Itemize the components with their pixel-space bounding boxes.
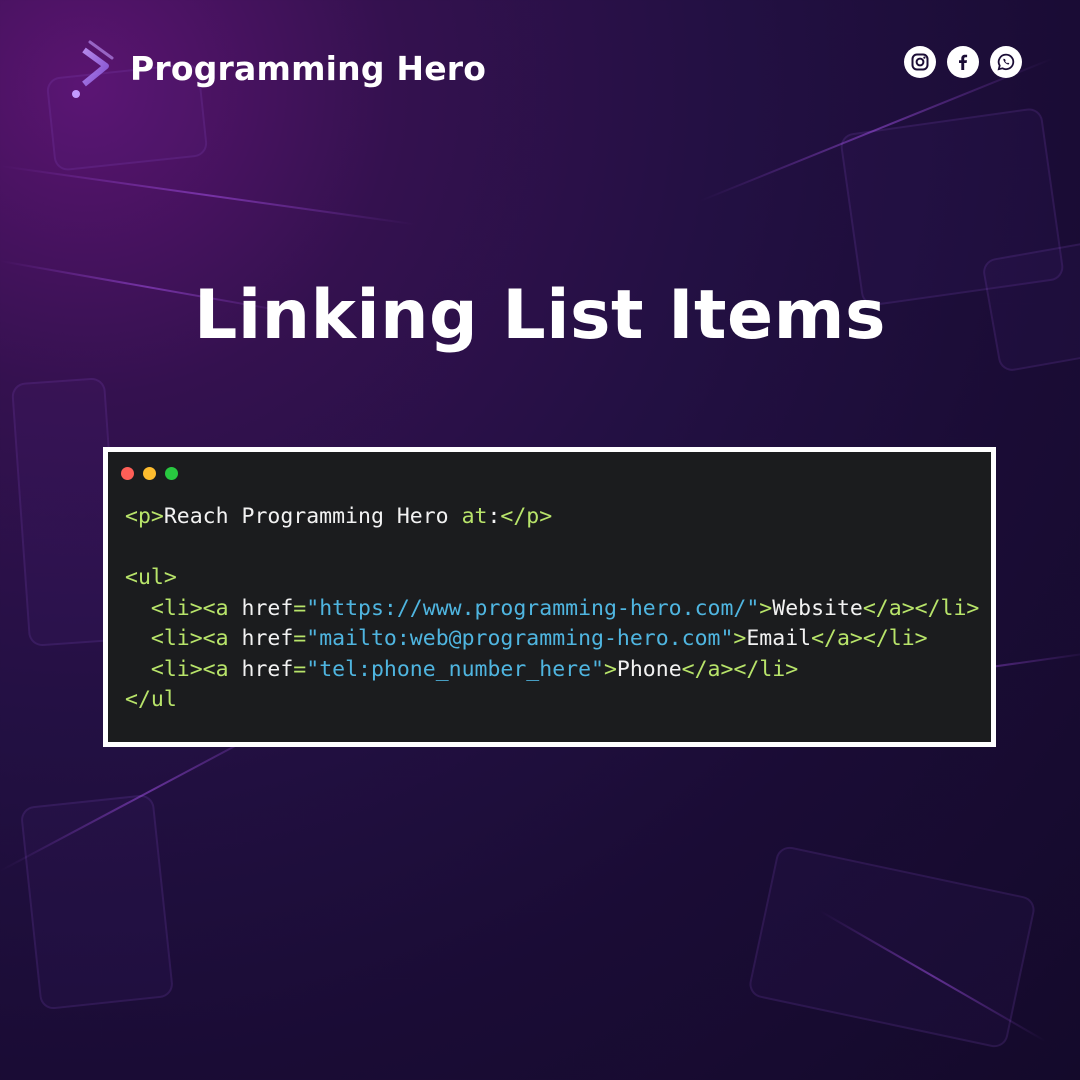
code-token: Website xyxy=(772,595,863,621)
code-token: </li> xyxy=(862,626,928,651)
minimize-dot-icon xyxy=(143,467,156,480)
code-token: "https://www.programming-hero.com/" xyxy=(306,595,760,621)
code-line-3: <ul> xyxy=(125,565,177,590)
code-token: href xyxy=(228,595,294,621)
code-token: </li> xyxy=(914,595,980,621)
code-token: Phone xyxy=(616,656,682,682)
whatsapp-icon[interactable] xyxy=(990,46,1022,78)
code-token: <a xyxy=(202,656,229,682)
code-token: <p> xyxy=(125,504,164,529)
code-token: : xyxy=(487,504,501,529)
page-title: Linking List Items xyxy=(194,276,886,355)
code-line-5: <li><a href="mailto:web@programming-hero… xyxy=(125,626,928,651)
code-block: <p>Reach Programming Hero at:</p> <ul> <… xyxy=(125,502,979,716)
code-line-6: <li><a href="tel:phone_number_here">Phon… xyxy=(125,657,798,682)
code-token: </li> xyxy=(733,656,799,682)
code-line-4: <li><a href="https://www.programming-her… xyxy=(125,596,979,621)
code-token: <a xyxy=(202,626,229,651)
code-token: Reach Programming Hero xyxy=(163,504,462,529)
code-token: > xyxy=(603,656,617,682)
instagram-icon[interactable] xyxy=(904,46,936,78)
code-token: "tel:phone_number_here" xyxy=(306,656,604,682)
code-token: = xyxy=(293,656,307,682)
code-token: <li> xyxy=(150,656,203,682)
code-token: </a> xyxy=(811,626,863,651)
code-token: href xyxy=(228,656,294,682)
code-token: > xyxy=(759,595,773,621)
close-dot-icon xyxy=(121,467,134,480)
brand-name: Programming Hero xyxy=(130,48,487,88)
code-line-7: </ul xyxy=(125,687,177,712)
code-line-1: <p>Reach Programming Hero at:</p> xyxy=(125,504,552,529)
code-token: <li> xyxy=(150,595,203,621)
code-token: </a> xyxy=(862,595,915,621)
code-token: </p> xyxy=(500,504,553,529)
code-token: href xyxy=(228,626,294,651)
code-token: <li> xyxy=(150,626,203,651)
code-token: "mailto:web@programming-hero.com" xyxy=(306,626,734,651)
programming-hero-logo-icon xyxy=(60,36,116,100)
brand[interactable]: Programming Hero xyxy=(60,36,486,100)
code-token: = xyxy=(293,626,307,651)
facebook-icon[interactable] xyxy=(947,46,979,78)
code-token: </a> xyxy=(681,656,734,682)
social-links xyxy=(904,46,1022,78)
code-token: <a xyxy=(202,595,229,621)
code-token: at xyxy=(461,504,488,529)
code-token: > xyxy=(733,626,747,651)
code-token: <ul> xyxy=(125,565,177,590)
code-token: Email xyxy=(746,626,812,651)
window-controls xyxy=(121,467,178,480)
code-window: <p>Reach Programming Hero at:</p> <ul> <… xyxy=(103,447,996,747)
code-token: </ul xyxy=(125,687,177,712)
code-token: = xyxy=(293,595,307,621)
maximize-dot-icon xyxy=(165,467,178,480)
